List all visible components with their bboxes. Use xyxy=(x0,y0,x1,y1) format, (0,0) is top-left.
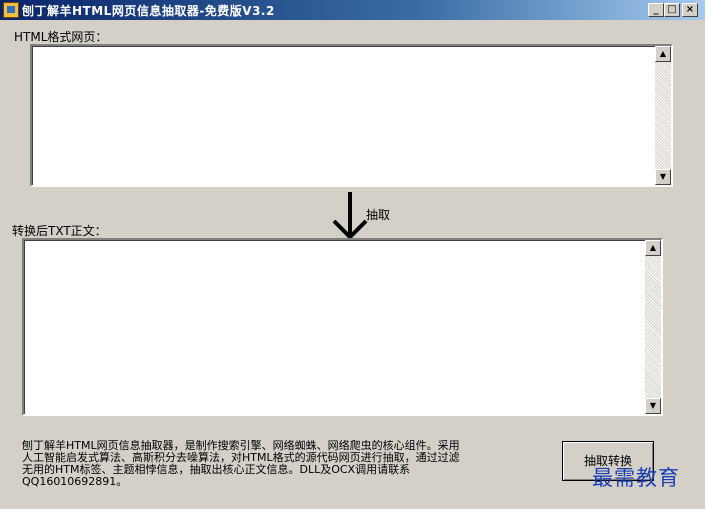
scroll-down-icon[interactable]: ▼ xyxy=(645,398,661,414)
app-icon xyxy=(3,2,19,18)
html-input-scrollbar[interactable]: ▲ ▼ xyxy=(655,46,671,185)
txt-output-label: 转换后TXT正文： xyxy=(12,224,107,238)
scroll-up-icon[interactable]: ▲ xyxy=(645,240,661,256)
scroll-down-icon[interactable]: ▼ xyxy=(655,169,671,185)
scroll-up-icon[interactable]: ▲ xyxy=(655,46,671,62)
extract-arrow-label: 抽取 xyxy=(366,208,391,222)
watermark-text: 最需教育 xyxy=(592,466,680,490)
html-input-label: HTML格式网页： xyxy=(14,30,108,44)
minimize-button[interactable]: _ xyxy=(648,3,664,17)
title-bar: 刨丁解羊HTML网页信息抽取器-免费版V3.2 _ □ × xyxy=(0,0,705,20)
window-title: 刨丁解羊HTML网页信息抽取器-免费版V3.2 xyxy=(22,4,275,18)
html-input-textarea[interactable]: ▲ ▼ xyxy=(30,44,673,187)
down-arrow-icon xyxy=(332,192,368,240)
screen-edge xyxy=(705,0,713,509)
maximize-button[interactable]: □ xyxy=(664,3,680,17)
description-text: 刨丁解羊HTML网页信息抽取器，是制作搜索引擎、网络蜘蛛、网络爬虫的核心组件。采… xyxy=(22,440,460,488)
txt-output-textarea[interactable]: ▲ ▼ xyxy=(22,238,663,416)
txt-output-scrollbar[interactable]: ▲ ▼ xyxy=(645,240,661,414)
close-button[interactable]: × xyxy=(682,3,698,17)
